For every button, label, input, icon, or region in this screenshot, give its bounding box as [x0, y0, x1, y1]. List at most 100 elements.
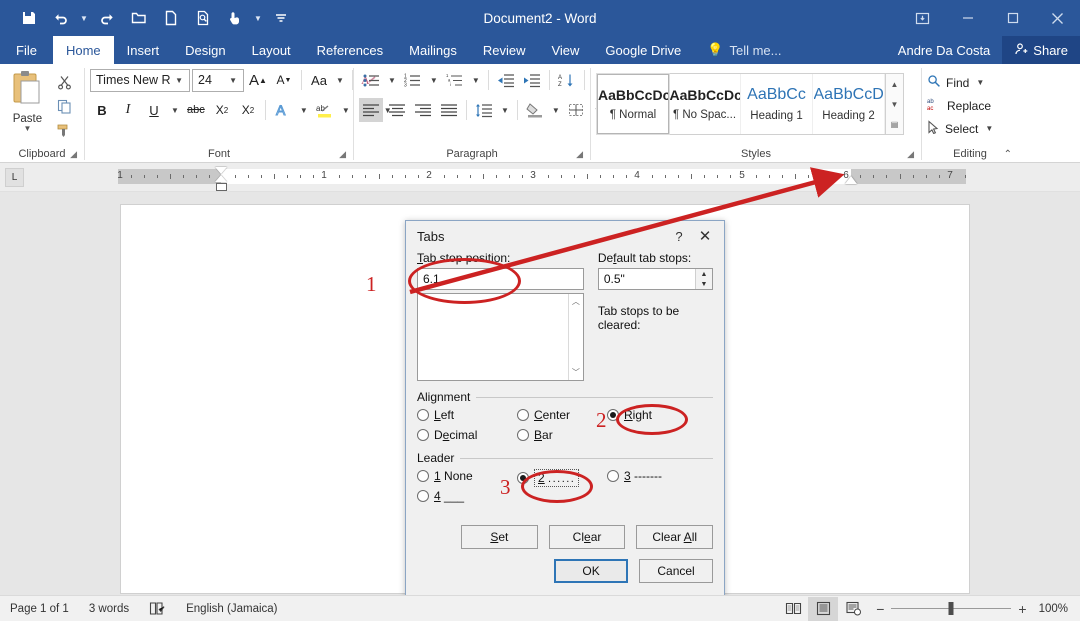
style-no-spacing[interactable]: AaBbCcDc ¶ No Spac... [669, 74, 741, 134]
tab-layout[interactable]: Layout [239, 36, 304, 64]
zoom-track[interactable] [891, 602, 1012, 615]
shading-icon[interactable] [523, 98, 547, 122]
gallery-scroll-down-icon[interactable]: ▼ [886, 94, 903, 114]
zoom-level[interactable]: 100% [1035, 603, 1080, 615]
spinner-buttons[interactable]: ▲ ▼ [695, 269, 712, 289]
radio-align-bar[interactable]: Bar [517, 428, 607, 442]
scroll-down-icon[interactable]: ﹀ [569, 365, 583, 380]
paragraph-dialog-launcher-icon[interactable]: ◢ [576, 149, 583, 160]
word-count[interactable]: 3 words [79, 603, 139, 615]
italic-icon[interactable]: I [116, 98, 140, 122]
tab-references[interactable]: References [304, 36, 396, 64]
select-button[interactable]: Select ▼ [927, 117, 993, 140]
radio-align-decimal[interactable]: Decimal [417, 428, 517, 442]
new-document-icon[interactable] [156, 5, 186, 31]
font-size-combo[interactable]: 24 ▼ [192, 68, 244, 92]
find-button[interactable]: Find ▼ [927, 71, 984, 94]
clear-all-button[interactable]: Clear All [636, 525, 714, 549]
page-indicator[interactable]: Page 1 of 1 [0, 603, 79, 615]
numbering-icon[interactable]: 123 [401, 68, 425, 92]
touch-mode-icon[interactable] [220, 5, 250, 31]
line-spacing-icon[interactable] [472, 98, 496, 122]
increase-indent-icon[interactable] [520, 68, 544, 92]
shrink-font-icon[interactable]: A ▼ [272, 68, 296, 92]
spinner-up-icon[interactable]: ▲ [696, 269, 712, 279]
minimize-icon[interactable] [945, 0, 990, 36]
tab-google-drive[interactable]: Google Drive [592, 36, 694, 64]
undo-dropdown-icon[interactable]: ▼ [78, 5, 90, 31]
web-layout-icon[interactable] [838, 597, 868, 621]
default-tab-stops-input[interactable]: 0.5" ▲ ▼ [597, 268, 713, 290]
left-indent-marker[interactable] [215, 183, 227, 191]
text-effects-icon[interactable]: A [271, 98, 295, 122]
tab-review[interactable]: Review [470, 36, 539, 64]
highlight-dropdown-icon[interactable]: ▼ [339, 98, 353, 122]
scroll-up-icon[interactable]: ︿ [569, 294, 583, 309]
format-painter-icon[interactable] [56, 119, 72, 141]
paste-dropdown-icon[interactable]: ▼ [23, 125, 31, 133]
proofing-errors-icon[interactable] [139, 601, 176, 616]
align-center-icon[interactable] [385, 98, 409, 122]
align-left-icon[interactable] [359, 98, 383, 122]
touch-mode-dropdown-icon[interactable]: ▼ [252, 5, 264, 31]
copy-icon[interactable] [57, 95, 72, 117]
numbering-dropdown-icon[interactable]: ▼ [427, 68, 441, 92]
customize-qat-icon[interactable] [266, 5, 296, 31]
radio-align-left[interactable]: Left [417, 408, 517, 422]
text-highlight-icon[interactable]: ab [313, 98, 337, 122]
close-icon[interactable] [1035, 0, 1080, 36]
clipboard-dialog-launcher-icon[interactable]: ◢ [70, 149, 77, 160]
style-normal[interactable]: AaBbCcDc ¶ Normal [596, 73, 670, 135]
styles-dialog-launcher-icon[interactable]: ◢ [907, 149, 914, 160]
open-icon[interactable] [124, 5, 154, 31]
subscript-icon[interactable]: X2 [210, 98, 234, 122]
align-right-icon[interactable] [411, 98, 435, 122]
change-case-dropdown-icon[interactable]: ▼ [333, 68, 347, 92]
language-indicator[interactable]: English (Jamaica) [176, 603, 287, 615]
line-spacing-dropdown-icon[interactable]: ▼ [498, 98, 512, 122]
tab-insert[interactable]: Insert [114, 36, 173, 64]
tab-view[interactable]: View [538, 36, 592, 64]
bold-icon[interactable]: B [90, 98, 114, 122]
font-name-combo[interactable]: Times New Ro ▼ [90, 68, 190, 92]
zoom-thumb[interactable] [948, 602, 954, 615]
first-line-indent-marker[interactable] [215, 167, 227, 174]
multilevel-list-icon[interactable]: 1ai [443, 68, 467, 92]
multilevel-list-dropdown-icon[interactable]: ▼ [469, 68, 483, 92]
style-heading-1[interactable]: AaBbCc Heading 1 [741, 74, 813, 134]
tab-stop-list-items[interactable] [418, 294, 568, 380]
tab-mailings[interactable]: Mailings [396, 36, 470, 64]
save-icon[interactable] [14, 5, 44, 31]
strikethrough-icon[interactable]: abc [184, 98, 208, 122]
select-dropdown-icon[interactable]: ▼ [985, 124, 993, 133]
horizontal-ruler[interactable]: L 1 1 2 3 4 5 6 7 [0, 163, 1080, 192]
replace-button[interactable]: ab ac Replace [927, 94, 991, 117]
zoom-out-icon[interactable]: − [876, 602, 884, 616]
tab-home[interactable]: Home [52, 36, 114, 64]
tab-file[interactable]: File [0, 36, 53, 64]
bullets-dropdown-icon[interactable]: ▼ [385, 68, 399, 92]
shading-dropdown-icon[interactable]: ▼ [549, 98, 563, 122]
decrease-indent-icon[interactable] [494, 68, 518, 92]
right-indent-marker[interactable] [845, 176, 857, 184]
close-icon[interactable]: ✕ [692, 223, 718, 249]
ribbon-display-options-icon[interactable] [899, 0, 945, 36]
print-layout-icon[interactable] [808, 596, 839, 621]
radio-leader-dashes[interactable]: 3 ------- [607, 469, 687, 483]
style-heading-2[interactable]: AaBbCcD Heading 2 [813, 74, 885, 134]
justify-icon[interactable] [437, 98, 461, 122]
bullets-icon[interactable] [359, 68, 383, 92]
cancel-button[interactable]: Cancel [639, 559, 713, 583]
change-case-icon[interactable]: Aa [307, 68, 331, 92]
tab-design[interactable]: Design [172, 36, 238, 64]
gallery-scroll-up-icon[interactable]: ▲ [886, 74, 903, 94]
grow-font-icon[interactable]: A ▲ [246, 68, 270, 92]
superscript-icon[interactable]: X2 [236, 98, 260, 122]
tab-stop-selector[interactable]: L [5, 168, 24, 187]
tab-stop-list[interactable]: ︿ ﹀ [417, 293, 584, 381]
paste-button[interactable]: Paste ▼ [5, 67, 50, 133]
tab-stop-list-scrollbar[interactable]: ︿ ﹀ [567, 294, 583, 380]
tell-me-search[interactable]: 💡 Tell me... [694, 36, 794, 64]
underline-dropdown-icon[interactable]: ▼ [168, 98, 182, 122]
undo-icon[interactable] [46, 5, 76, 31]
